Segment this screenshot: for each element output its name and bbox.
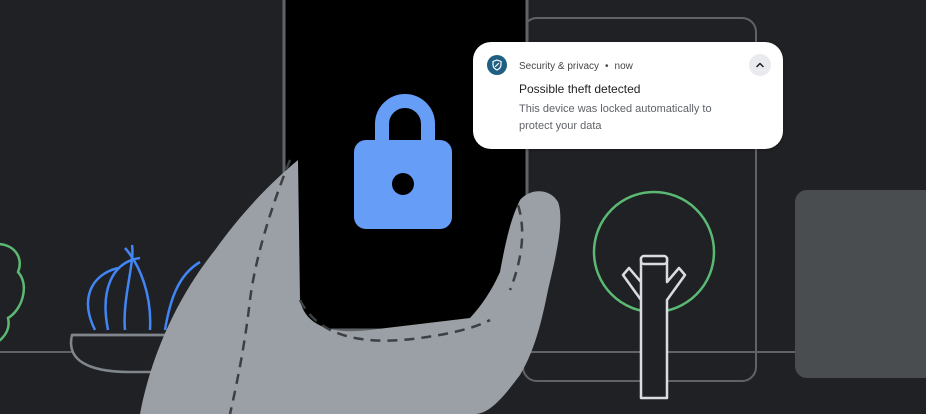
- notification-header: Security & privacy • now: [519, 58, 633, 74]
- shield-icon: [487, 55, 507, 75]
- illustration-scene: [0, 0, 926, 414]
- notification-title: Possible theft detected: [519, 82, 641, 96]
- chevron-up-icon: [756, 62, 764, 68]
- notification-app-name: Security & privacy: [519, 60, 600, 72]
- notification-expand-button[interactable]: [749, 54, 771, 76]
- gray-block: [795, 190, 926, 378]
- notification-body: This device was locked automatically to …: [519, 103, 712, 132]
- notification-card[interactable]: Security & privacy • now Possible theft …: [473, 42, 783, 149]
- notification-separator: •: [605, 60, 609, 72]
- notification-time: now: [614, 60, 633, 72]
